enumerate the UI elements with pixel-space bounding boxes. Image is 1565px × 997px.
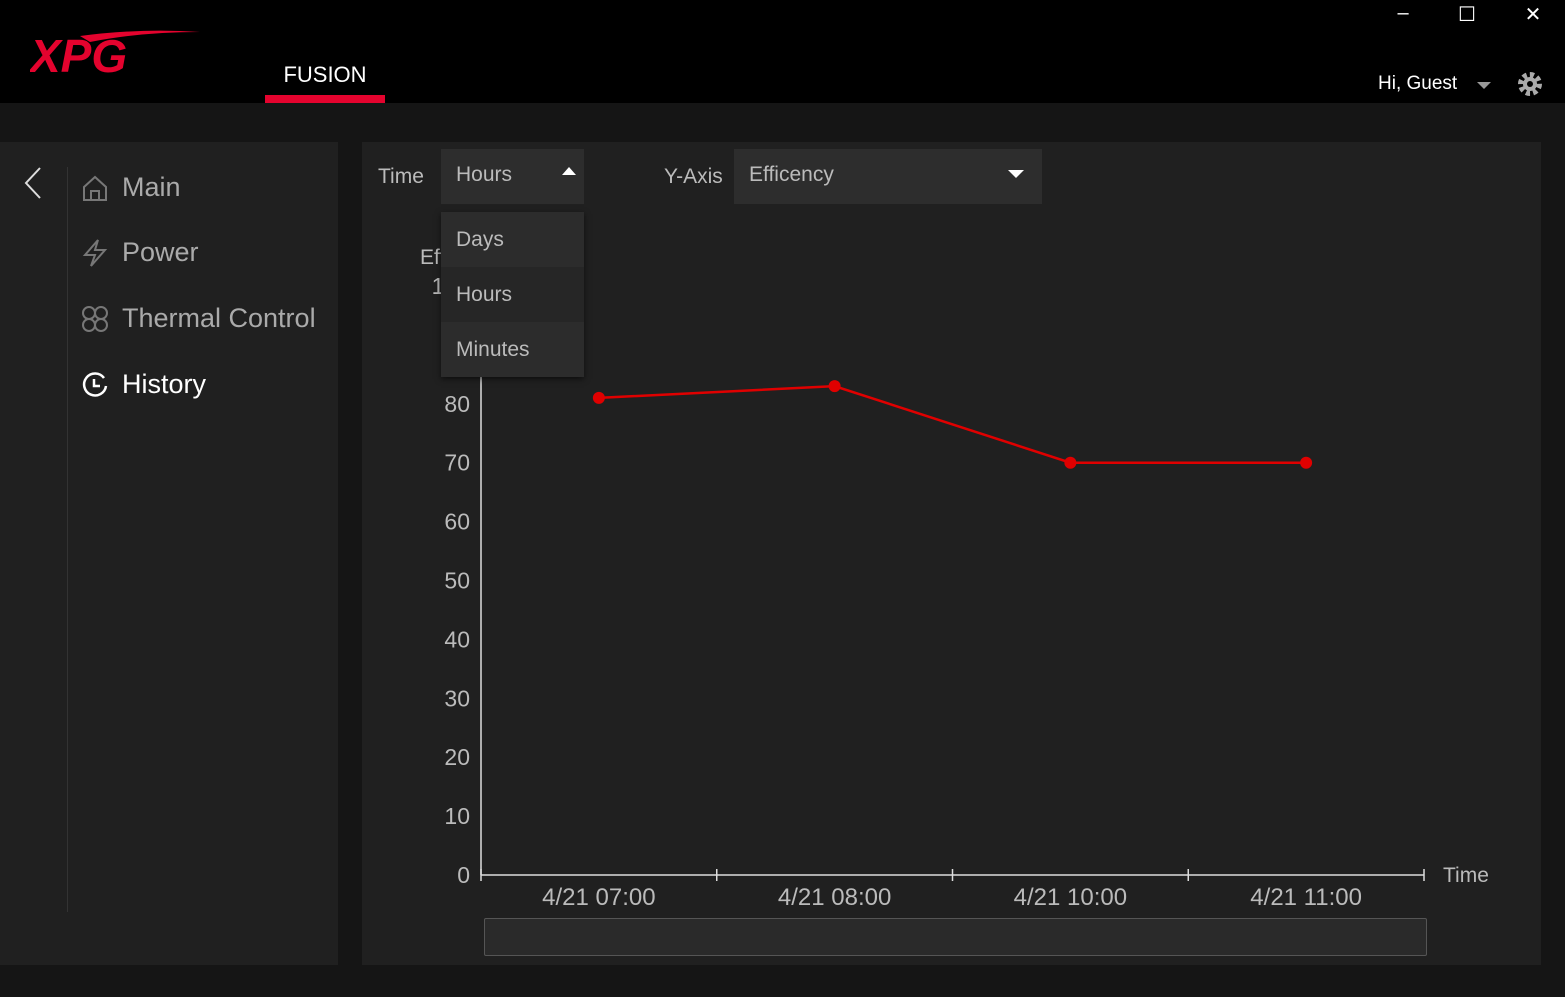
bolt-icon [82,238,108,267]
sidebar-item-label: Main [122,172,181,202]
yaxis-label: Y-Axis [664,165,723,188]
gear-icon[interactable] [1516,70,1544,98]
time-option-days[interactable]: Days [441,212,584,267]
title-bar: XPG FUSION – ☐ ✕ Hi, Guest [0,0,1565,103]
chevron-down-icon[interactable] [1477,82,1491,89]
minimize-button[interactable]: – [1388,2,1418,25]
sidebar-item-label: History [122,369,207,399]
time-option-hours[interactable]: Hours [441,267,584,322]
home-icon [83,175,107,201]
sidebar-item-label: Power [122,237,199,267]
maximize-button[interactable]: ☐ [1452,2,1482,27]
time-option-minutes[interactable]: Minutes [441,322,584,377]
time-dropdown-menu: Days Hours Minutes [441,212,584,377]
close-button[interactable]: ✕ [1518,2,1548,27]
chevron-down-icon [1008,170,1024,178]
sidebar-item-label: Thermal Control [122,303,316,333]
time-select[interactable]: Hours [441,149,584,204]
sidebar: Main Power Thermal Control History [0,142,338,965]
chart-scrollbar[interactable] [484,918,1427,956]
xpg-logo: XPG [30,30,200,76]
back-arrow-icon[interactable] [22,166,44,200]
yaxis-select[interactable]: Efficency [734,149,1042,204]
yaxis-select-value: Efficency [749,163,834,186]
user-menu[interactable]: Hi, Guest [1378,73,1457,95]
sidebar-divider [67,167,68,912]
sidebar-item-thermal-control[interactable]: Thermal Control [80,303,316,334]
sidebar-item-power[interactable]: Power [80,237,199,268]
history-icon [82,371,108,397]
time-label: Time [378,165,424,188]
sidebar-item-history[interactable]: History [80,369,206,400]
fan-icon [82,305,108,332]
svg-text:XPG: XPG [30,30,127,76]
chevron-up-icon [562,167,576,175]
sidebar-item-main[interactable]: Main [80,172,181,203]
active-tab-indicator [265,95,385,103]
time-select-value: Hours [456,163,513,186]
tab-fusion[interactable]: FUSION [265,62,385,88]
